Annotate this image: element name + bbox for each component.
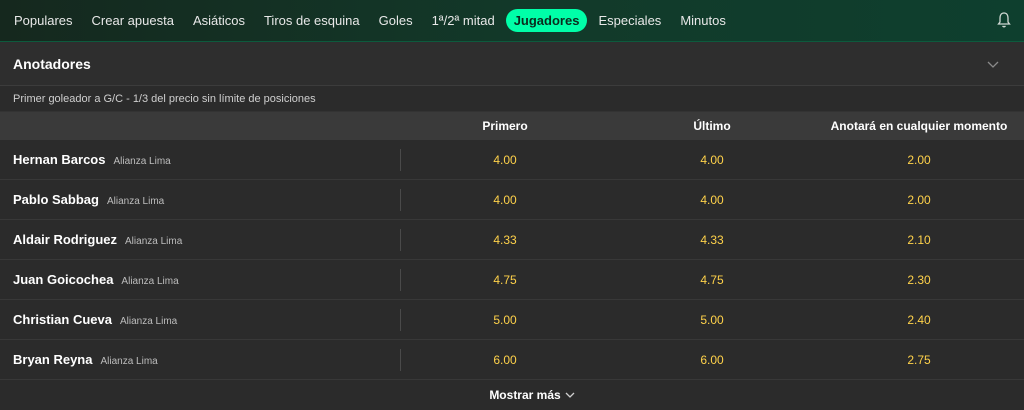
odd-ultimo[interactable]: 6.00 — [610, 353, 814, 367]
market-tabs-bar: Populares Crear apuesta Asiáticos Tiros … — [0, 0, 1024, 42]
odd-anytime[interactable]: 2.30 — [814, 273, 1024, 287]
chevron-down-icon[interactable] — [986, 57, 1000, 71]
player-cell: Hernan Barcos Alianza Lima — [0, 152, 400, 167]
odd-anytime[interactable]: 2.75 — [814, 353, 1024, 367]
tab-jugadores[interactable]: Jugadores — [505, 9, 588, 32]
row-divider — [400, 229, 401, 251]
tab-minutos[interactable]: Minutos — [672, 9, 734, 32]
table-row: Hernan Barcos Alianza Lima 4.00 4.00 2.0… — [0, 140, 1024, 180]
odd-ultimo[interactable]: 4.00 — [610, 193, 814, 207]
table-row: Aldair Rodriguez Alianza Lima 4.33 4.33 … — [0, 220, 1024, 260]
column-ultimo: Último — [693, 119, 731, 133]
column-anytime: Anotará en cualquier momento — [830, 119, 1008, 133]
row-divider — [400, 269, 401, 291]
tab-goles[interactable]: Goles — [371, 9, 421, 32]
anotadores-header[interactable]: Anotadores — [0, 42, 1024, 86]
player-odds-list: Hernan Barcos Alianza Lima 4.00 4.00 2.0… — [0, 140, 1024, 380]
player-cell: Juan Goicochea Alianza Lima — [0, 272, 400, 287]
row-divider — [400, 149, 401, 171]
tab-mitad[interactable]: 1ª/2ª mitad — [424, 9, 503, 32]
player-name: Juan Goicochea — [13, 272, 114, 287]
odd-ultimo[interactable]: 4.33 — [610, 233, 814, 247]
bell-icon[interactable] — [996, 11, 1012, 29]
odds-column-headers: Primero Último Anotará en cualquier mome… — [0, 112, 1024, 140]
row-divider — [400, 309, 401, 331]
odd-ultimo[interactable]: 4.75 — [610, 273, 814, 287]
player-name: Pablo Sabbag — [13, 192, 99, 207]
odd-primero[interactable]: 4.33 — [400, 233, 610, 247]
player-team: Alianza Lima — [119, 316, 178, 327]
player-name: Hernan Barcos — [13, 152, 106, 167]
player-team: Alianza Lima — [121, 276, 179, 287]
table-row: Pablo Sabbag Alianza Lima 4.00 4.00 2.00 — [0, 180, 1024, 220]
tab-crear-apuesta[interactable]: Crear apuesta — [84, 9, 182, 32]
player-team: Alianza Lima — [106, 196, 165, 207]
player-team: Alianza Lima — [113, 156, 171, 167]
player-team: Alianza Lima — [100, 356, 158, 367]
odd-primero[interactable]: 4.75 — [400, 273, 610, 287]
odd-primero[interactable]: 6.00 — [400, 353, 610, 367]
player-cell: Christian Cueva Alianza Lima — [0, 312, 400, 327]
odd-anytime[interactable]: 2.00 — [814, 193, 1024, 207]
row-divider — [400, 349, 401, 371]
show-more-button[interactable]: Mostrar más — [0, 380, 1024, 410]
tab-populares[interactable]: Populares — [6, 9, 81, 32]
market-description: Primer goleador a G/C - 1/3 del precio s… — [0, 86, 1024, 112]
odd-anytime[interactable]: 2.40 — [814, 313, 1024, 327]
player-name: Christian Cueva — [13, 312, 112, 327]
section-title: Anotadores — [13, 55, 91, 72]
odd-anytime[interactable]: 2.00 — [814, 153, 1024, 167]
odd-primero[interactable]: 4.00 — [400, 153, 610, 167]
row-divider — [400, 189, 401, 211]
player-team: Alianza Lima — [125, 236, 183, 247]
tab-asiaticos[interactable]: Asiáticos — [185, 9, 253, 32]
odd-anytime[interactable]: 2.10 — [814, 233, 1024, 247]
player-name: Bryan Reyna — [13, 352, 93, 367]
player-cell: Pablo Sabbag Alianza Lima — [0, 192, 400, 207]
player-cell: Bryan Reyna Alianza Lima — [0, 352, 400, 367]
odd-primero[interactable]: 4.00 — [400, 193, 610, 207]
tab-tiros-de-esquina[interactable]: Tiros de esquina — [256, 9, 368, 32]
player-cell: Aldair Rodriguez Alianza Lima — [0, 232, 400, 247]
odd-ultimo[interactable]: 4.00 — [610, 153, 814, 167]
tab-especiales[interactable]: Especiales — [590, 9, 669, 32]
show-more-label: Mostrar más — [489, 388, 561, 402]
table-row: Juan Goicochea Alianza Lima 4.75 4.75 2.… — [0, 260, 1024, 300]
chevron-down-icon — [565, 392, 575, 398]
table-row: Bryan Reyna Alianza Lima 6.00 6.00 2.75 — [0, 340, 1024, 380]
table-row: Christian Cueva Alianza Lima 5.00 5.00 2… — [0, 300, 1024, 340]
odd-primero[interactable]: 5.00 — [400, 313, 610, 327]
odd-ultimo[interactable]: 5.00 — [610, 313, 814, 327]
player-name: Aldair Rodriguez — [13, 232, 118, 247]
column-primero: Primero — [482, 119, 528, 133]
